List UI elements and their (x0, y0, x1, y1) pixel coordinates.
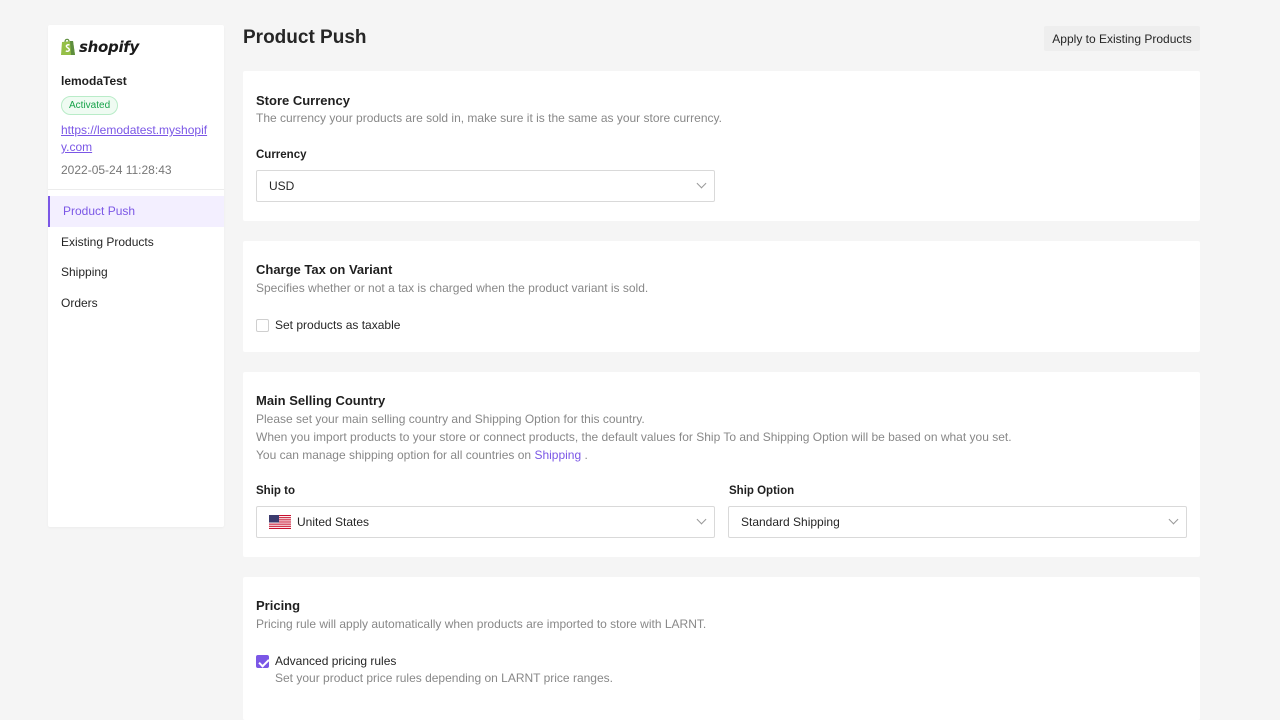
shopify-bag-icon (61, 38, 75, 55)
currency-label: Currency (256, 149, 307, 161)
card-description-line-2: When you import products to your store o… (256, 430, 1012, 444)
ship-option-label: Ship Option (729, 485, 795, 497)
store-name: lemodaTest (61, 74, 127, 88)
card-title: Pricing (256, 598, 301, 613)
chevron-down-icon (1168, 514, 1179, 525)
sidebar-item-orders[interactable]: Orders (48, 288, 224, 319)
page-title: Product Push (243, 27, 367, 48)
card-description: Specifies whether or not a tax is charge… (256, 281, 649, 295)
ship-option-select[interactable]: Standard Shipping (728, 506, 1187, 538)
main-selling-country-card: Main Selling Country Please set your mai… (243, 372, 1200, 557)
advanced-pricing-checkbox[interactable] (256, 655, 269, 668)
shipping-link[interactable]: Shipping (534, 448, 581, 462)
store-sidebar: shopify lemodaTest Activated https://lem… (48, 25, 224, 527)
card-description-line-3: You can manage shipping option for all c… (256, 446, 588, 464)
taxable-checkbox-label[interactable]: Set products as taxable (275, 318, 400, 332)
ship-to-select[interactable]: United States (256, 506, 715, 538)
sidebar-nav: Product Push Existing Products Shipping … (48, 196, 224, 318)
store-currency-card: Store Currency The currency your product… (243, 71, 1200, 221)
currency-value: USD (269, 179, 295, 193)
ship-to-label: Ship to (256, 485, 295, 497)
us-flag-icon (269, 515, 291, 529)
chevron-down-icon (696, 514, 707, 525)
manage-shipping-text: You can manage shipping option for all c… (256, 448, 532, 462)
sentence-period: . (584, 448, 588, 462)
card-title: Store Currency (256, 93, 350, 108)
pricing-card: Pricing Pricing rule will apply automati… (243, 577, 1200, 720)
currency-select[interactable]: USD (256, 170, 715, 202)
card-description: Pricing rule will apply automatically wh… (256, 617, 707, 631)
ship-to-value: United States (297, 515, 370, 529)
ship-option-value: Standard Shipping (741, 515, 840, 529)
sidebar-item-existing-products[interactable]: Existing Products (48, 227, 224, 258)
created-timestamp: 2022-05-24 11:28:43 (61, 163, 172, 177)
card-title: Main Selling Country (256, 393, 386, 408)
shopify-logo: shopify (60, 37, 139, 56)
sidebar-item-shipping[interactable]: Shipping (48, 257, 224, 288)
charge-tax-card: Charge Tax on Variant Specifies whether … (243, 241, 1200, 352)
card-title: Charge Tax on Variant (256, 262, 393, 277)
advanced-pricing-hint: Set your product price rules depending o… (275, 671, 613, 685)
apply-existing-products-button[interactable]: Apply to Existing Products (1044, 26, 1200, 51)
chevron-down-icon (696, 178, 707, 189)
logo-wordmark: shopify (79, 37, 139, 56)
sidebar-item-product-push[interactable]: Product Push (48, 196, 224, 227)
advanced-pricing-label[interactable]: Advanced pricing rules (275, 654, 396, 668)
taxable-checkbox[interactable] (256, 319, 269, 332)
card-description: The currency your products are sold in, … (256, 111, 722, 125)
store-url-link[interactable]: https://lemodatest.myshopify.com (61, 122, 213, 156)
card-description-line-1: Please set your main selling country and… (256, 412, 645, 426)
sidebar-divider (48, 189, 224, 190)
status-badge: Activated (61, 96, 119, 115)
